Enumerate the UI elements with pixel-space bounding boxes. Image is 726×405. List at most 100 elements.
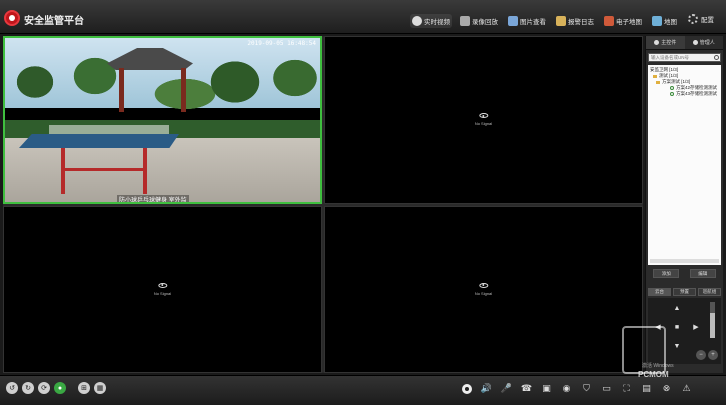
- config-label: 配置: [701, 17, 714, 24]
- eye-icon: [479, 282, 488, 288]
- e-map-icon: [604, 16, 614, 26]
- ptz-dpad: ▲ ▼ ◀ ▶ ■: [654, 304, 700, 350]
- tab-manager[interactable]: 管理人: [685, 36, 724, 49]
- gear-icon: [688, 14, 698, 24]
- globe-icon[interactable]: ●: [54, 382, 66, 394]
- plus-circle-icon: [654, 40, 660, 45]
- tab-cruise[interactable]: 巡航组: [698, 288, 721, 296]
- config-button[interactable]: 配置: [688, 14, 714, 24]
- zoom-in-icon[interactable]: +: [708, 350, 718, 360]
- nav-playback-label: 录像回放: [472, 19, 498, 26]
- device-search-input[interactable]: [649, 54, 720, 61]
- ptz-speed-slider[interactable]: [710, 302, 715, 338]
- osd-timestamp: 2019-09-05 16:48:54: [247, 40, 316, 47]
- alarm-log-icon: [556, 16, 566, 26]
- nav-playback[interactable]: 录像回放: [458, 14, 500, 28]
- nav-map-label: 地图: [664, 19, 677, 26]
- tab-main-control-label: 主控件: [661, 40, 677, 46]
- warning-icon[interactable]: ⚠: [681, 383, 692, 394]
- camera-feed-image: [5, 38, 320, 202]
- map-icon: [652, 16, 662, 26]
- device-search: [648, 53, 721, 62]
- tree-node[interactable]: 方案43存储检测测试: [650, 91, 719, 97]
- close-circle-icon[interactable]: ⊗: [661, 383, 672, 394]
- folder-icon: [653, 74, 657, 78]
- volume-icon[interactable]: 🔊: [481, 383, 492, 394]
- monitor-icon[interactable]: ▭: [601, 383, 612, 394]
- ptz-center-icon[interactable]: ■: [673, 323, 681, 331]
- intercom-icon[interactable]: ☎: [521, 383, 532, 394]
- video-tile-4[interactable]: No Signal: [324, 206, 643, 373]
- no-signal-indicator: No Signal: [475, 113, 492, 127]
- arrow-right-icon[interactable]: ▶: [692, 323, 700, 331]
- ptz-tabs: 云台 预置 巡航组: [648, 288, 721, 296]
- nav-alarm-log[interactable]: 报警日志: [554, 14, 596, 28]
- zoom-out-icon[interactable]: −: [696, 350, 706, 360]
- shield-icon[interactable]: ⛉: [581, 383, 592, 394]
- forward-icon[interactable]: ⟳: [38, 382, 50, 394]
- ptz-control: ▲ ▼ ◀ ▶ ■ − +: [648, 298, 721, 364]
- camera-icon: [670, 92, 674, 96]
- main-nav: 实时视频 录像回放 图片查看 报警日志 电子地图 地图: [410, 14, 679, 28]
- nav-e-map[interactable]: 电子地图: [602, 14, 644, 28]
- app-title: 安全监管平台: [24, 16, 84, 27]
- add-button[interactable]: 添加: [653, 269, 680, 278]
- eye-icon: [479, 113, 488, 118]
- edit-button[interactable]: 编辑: [689, 269, 716, 278]
- tab-manager-label: 管理人: [699, 40, 715, 46]
- app-logo-icon: [4, 10, 20, 26]
- no-signal-label: No Signal: [474, 290, 493, 296]
- osd-caption: 防小球乒乓球健身 室外监: [117, 195, 189, 202]
- snapshot-icon[interactable]: ◉: [561, 383, 572, 394]
- tree-scrollbar[interactable]: [650, 259, 719, 263]
- arrow-down-icon[interactable]: ▼: [673, 342, 681, 350]
- video-tile-2[interactable]: No Signal: [324, 36, 643, 204]
- bottom-toolbar: ↺ ↻ ⟳ ● ⊞ ▦ 🔊 🎤 ☎ ▣ ◉ ⛉ ▭ ⛶ ▤ ⊗ ⚠: [0, 375, 726, 405]
- search-icon[interactable]: [714, 55, 719, 60]
- video-record-icon[interactable]: ▣: [541, 383, 552, 394]
- panel-tabs: 主控件 管理人: [646, 36, 723, 50]
- nav-pictures-label: 图片查看: [520, 19, 546, 26]
- nav-e-map-label: 电子地图: [616, 19, 642, 26]
- video-grid: 2019-09-05 16:48:54 防小球乒乓球健身 室外监 No Sign…: [3, 36, 643, 373]
- record-icon[interactable]: [462, 383, 472, 394]
- picture-icon: [508, 16, 518, 26]
- toolbar-right: 🔊 🎤 ☎ ▣ ◉ ⛉ ▭ ⛶ ▤ ⊗ ⚠: [462, 383, 692, 394]
- tab-main-control[interactable]: 主控件: [646, 36, 685, 49]
- camera-icon: [670, 86, 674, 90]
- zoom-controls: − +: [696, 350, 718, 360]
- microphone-icon[interactable]: 🎤: [501, 383, 512, 394]
- no-signal-indicator: No Signal: [153, 282, 172, 297]
- user-icon: [692, 40, 698, 45]
- fullscreen-icon[interactable]: ⛶: [621, 383, 632, 394]
- no-signal-label: No Signal: [153, 290, 172, 296]
- nav-map[interactable]: 地图: [650, 14, 679, 28]
- device-tree: 安监卫网 [1/3] 测试 [1/3] 方案测试 [1/3] 方案42存储检测测…: [648, 65, 721, 265]
- folder-icon: [656, 80, 660, 84]
- eye-icon: [158, 282, 167, 288]
- no-signal-label: No Signal: [474, 121, 493, 126]
- slider-fill: [710, 312, 715, 338]
- nav-live-view-label: 实时视频: [424, 19, 450, 26]
- split-screen-icon[interactable]: ⊞: [78, 382, 90, 394]
- tree-actions: 添加 编辑: [648, 269, 721, 278]
- tab-preset[interactable]: 预置: [673, 288, 696, 296]
- live-view-icon: [412, 16, 422, 26]
- tree-node-label: 方案43存储检测测试: [676, 91, 718, 96]
- nav-alarm-log-label: 报警日志: [568, 19, 594, 26]
- refresh-icon[interactable]: ↻: [22, 382, 34, 394]
- tab-ptz[interactable]: 云台: [648, 288, 671, 296]
- toolbar-left: ↺ ↻ ⟳ ● ⊞ ▦: [6, 382, 106, 394]
- arrow-up-icon[interactable]: ▲: [673, 304, 681, 312]
- arrow-left-icon[interactable]: ◀: [654, 323, 662, 331]
- title-bar: 安全监管平台 实时视频 录像回放 图片查看 报警日志 电子地图 地图 配置: [0, 0, 726, 34]
- nav-live-view[interactable]: 实时视频: [410, 14, 452, 28]
- hd-icon[interactable]: ▤: [641, 383, 652, 394]
- video-tile-3[interactable]: No Signal: [3, 206, 322, 373]
- back-icon[interactable]: ↺: [6, 382, 18, 394]
- playback-icon: [460, 16, 470, 26]
- nav-pictures[interactable]: 图片查看: [506, 14, 548, 28]
- device-panel: 主控件 管理人 安监卫网 [1/3] 测试 [1/3] 方案测试 [1/3] 方…: [645, 36, 723, 373]
- layout-icon[interactable]: ▦: [94, 382, 106, 394]
- video-tile-1[interactable]: 2019-09-05 16:48:54 防小球乒乓球健身 室外监: [3, 36, 322, 204]
